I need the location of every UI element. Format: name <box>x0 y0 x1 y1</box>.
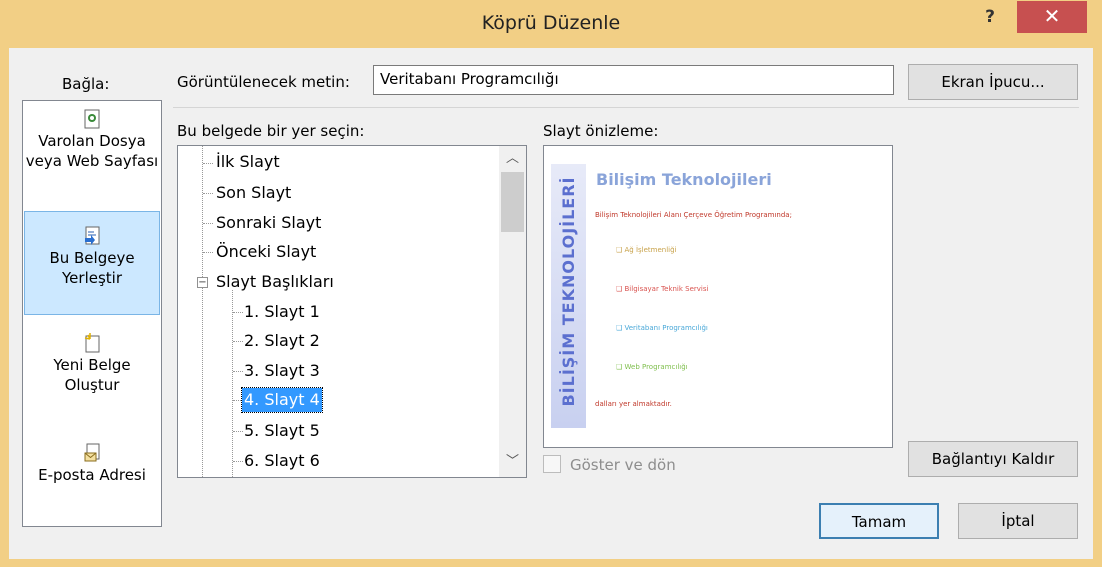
collapse-expander[interactable]: − <box>197 277 208 288</box>
help-button[interactable]: ? <box>975 4 1005 32</box>
slide-thumbnail: BİLİŞİM TEKNOLOJİLERİ Bilişim Teknolojil… <box>551 164 887 428</box>
tree-item-slide-4[interactable]: 4. Slayt 4 <box>241 387 323 413</box>
tree-item[interactable]: Son Slayt <box>216 181 291 205</box>
slide-side-text: BİLİŞİM TEKNOLOJİLERİ <box>559 176 578 407</box>
show-and-return-label: Göster ve dön <box>570 456 676 474</box>
email-icon <box>84 443 100 463</box>
tree-item-slide-6[interactable]: 6. Slayt 6 <box>244 449 320 473</box>
tree-item-slide-3[interactable]: 3. Slayt 3 <box>244 359 320 383</box>
dialog-title: Köprü Düzenle <box>481 12 621 34</box>
display-text-label: Görüntülenecek metin: <box>177 73 350 91</box>
link-new-document-label: Yeni Belge Oluştur <box>53 356 131 394</box>
dialog-window: Köprü Düzenle ? ✕ Bağla: Varolan Dosya v… <box>0 0 1102 567</box>
tree-item[interactable]: İlk Slayt <box>216 150 280 174</box>
slide-preview-label: Slayt önizleme: <box>543 122 659 140</box>
slide-footer-text: dalları yer almaktadır. <box>595 400 672 408</box>
show-and-return-checkbox[interactable] <box>543 455 561 473</box>
tree-item-slide-2[interactable]: 2. Slayt 2 <box>244 329 320 353</box>
slide-side-band: BİLİŞİM TEKNOLOJİLERİ <box>551 164 586 428</box>
link-to-label: Bağla: <box>62 75 110 93</box>
tree-item[interactable]: Önceki Slayt <box>216 240 316 264</box>
tree-item-slide-5[interactable]: 5. Slayt 5 <box>244 419 320 443</box>
tree-branch <box>203 252 213 253</box>
slide-bullet-3: ❑ Veritabanı Programcılığı <box>616 324 708 332</box>
link-place-in-document[interactable]: Bu Belgeye Yerleştir <box>24 211 160 315</box>
slide-preview: BİLİŞİM TEKNOLOJİLERİ Bilişim Teknolojil… <box>543 145 893 448</box>
link-existing-file[interactable]: Varolan Dosya veya Web Sayfası <box>24 107 160 207</box>
tree-line <box>202 146 203 477</box>
ok-button[interactable]: Tamam <box>819 503 939 539</box>
tree-group-slide-titles[interactable]: Slayt Başlıkları <box>216 270 334 294</box>
tree-branch <box>233 431 243 432</box>
link-to-panel: Varolan Dosya veya Web Sayfası Bu Belgey… <box>22 100 162 527</box>
screen-tip-button[interactable]: Ekran İpucu... <box>908 64 1078 100</box>
tree-item[interactable]: Sonraki Slayt <box>216 211 321 235</box>
tree-branch <box>233 461 243 462</box>
place-tree: İlk Slayt Son Slayt Sonraki Slayt Önceki… <box>177 145 527 478</box>
tree-branch <box>203 223 213 224</box>
place-in-document-icon <box>84 226 100 246</box>
tree-line <box>232 290 233 477</box>
tree-branch <box>233 312 243 313</box>
slide-title: Bilişim Teknolojileri <box>596 170 772 189</box>
tree-item-slide-1[interactable]: 1. Slayt 1 <box>244 300 320 324</box>
tree-branch <box>203 163 213 164</box>
link-email[interactable]: E-posta Adresi <box>24 431 160 526</box>
cancel-button[interactable]: İptal <box>958 503 1078 539</box>
scroll-up-icon[interactable]: ︿ <box>499 148 526 170</box>
new-document-icon <box>84 333 100 353</box>
scroll-down-icon[interactable]: ﹀ <box>499 451 526 473</box>
tree-branch <box>233 341 243 342</box>
slide-bullet-4: ❑ Web Programcılığı <box>616 363 688 371</box>
separator <box>173 107 1079 108</box>
place-in-document-label: Bu belgede bir yer seçin: <box>177 122 365 140</box>
existing-file-icon <box>84 109 100 129</box>
tree-branch <box>233 371 243 372</box>
slide-bullet-2: ❑ Bilgisayar Teknik Servisi <box>616 285 709 293</box>
tree-scrollbar[interactable]: ︿ ﹀ <box>499 146 526 477</box>
slide-bullet-1: ❑ Ağ İşletmenliği <box>616 246 677 254</box>
scroll-thumb[interactable] <box>501 172 524 232</box>
remove-link-button[interactable]: Bağlantıyı Kaldır <box>908 441 1078 477</box>
link-email-label: E-posta Adresi <box>38 466 146 484</box>
close-button[interactable]: ✕ <box>1017 1 1087 33</box>
link-place-in-document-label: Bu Belgeye Yerleştir <box>49 249 135 287</box>
title-bar[interactable]: Köprü Düzenle ? ✕ <box>0 0 1102 48</box>
tree-branch <box>203 193 213 194</box>
display-text-input[interactable]: Veritabanı Programcılığı <box>373 65 894 95</box>
link-new-document[interactable]: Yeni Belge Oluştur <box>24 323 160 423</box>
link-existing-file-label: Varolan Dosya veya Web Sayfası <box>25 132 159 170</box>
slide-intro-text: Bilişim Teknolojileri Alanı Çerçeve Öğre… <box>595 211 792 219</box>
